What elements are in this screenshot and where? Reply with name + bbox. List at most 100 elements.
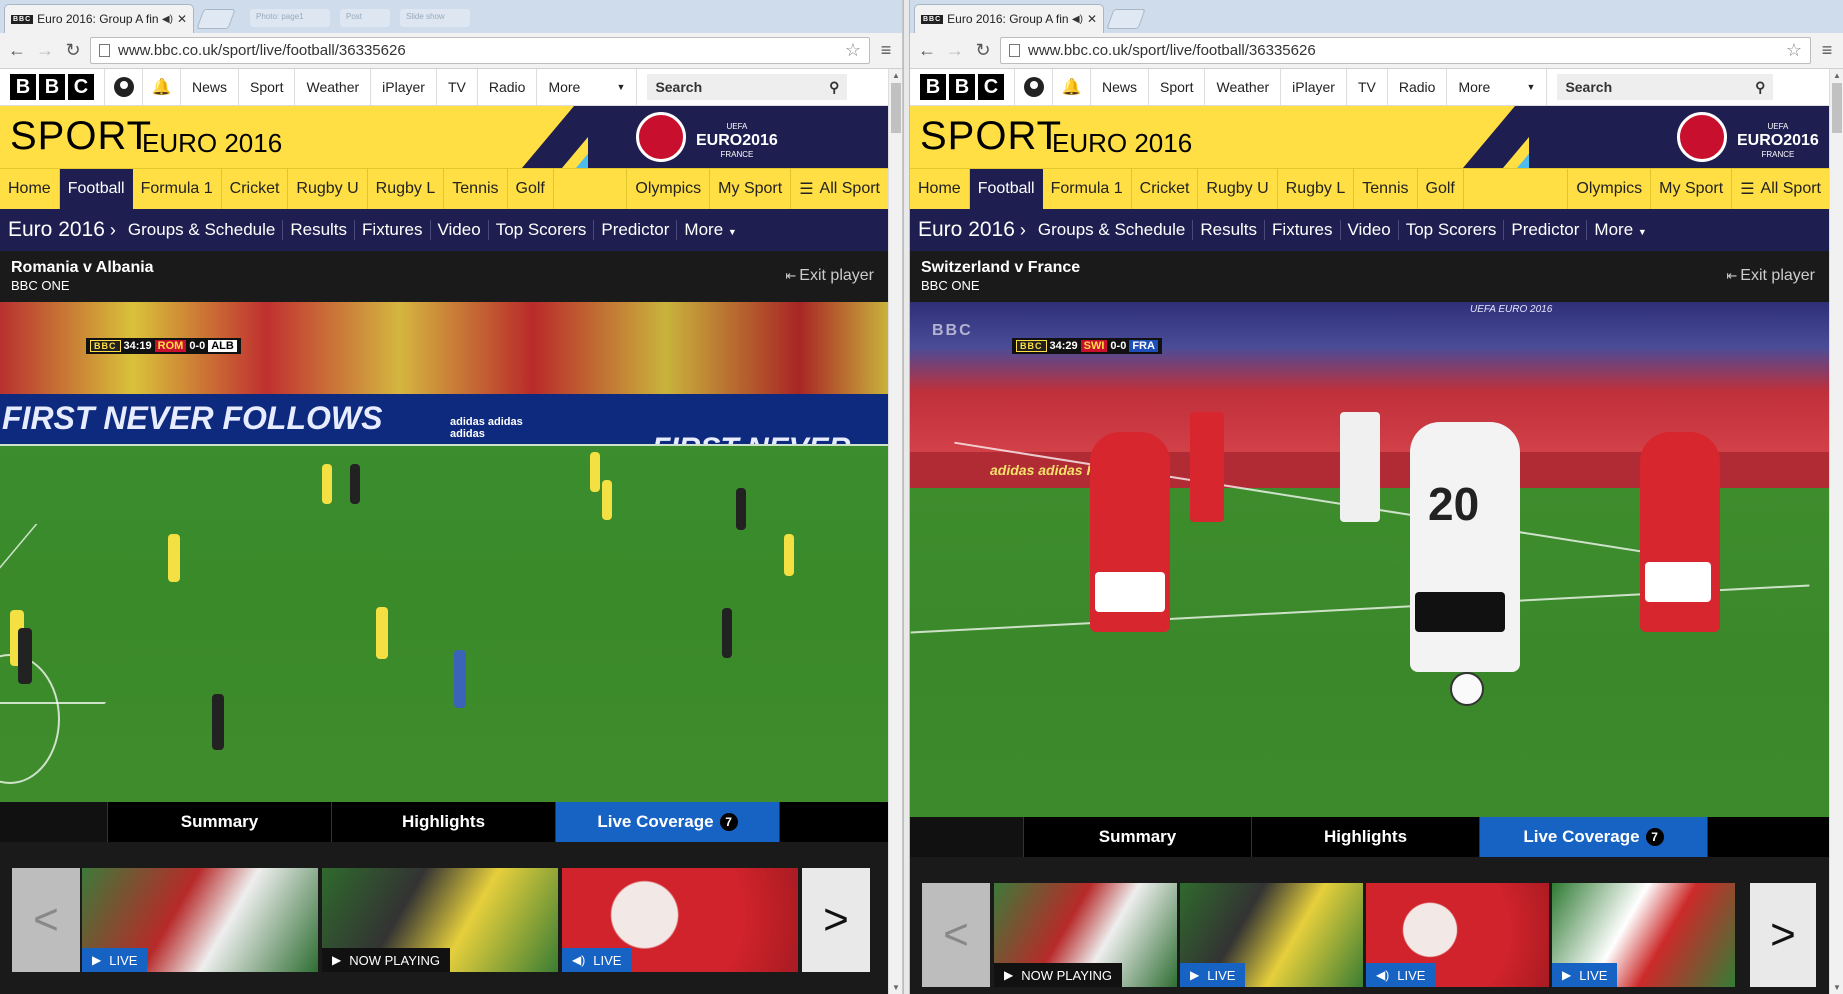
euro-nav-top-scorers[interactable]: Top Scorers <box>489 220 595 240</box>
section-my-sport[interactable]: My Sport <box>710 169 792 209</box>
section-rugby-league[interactable]: Rugby L <box>1278 169 1355 209</box>
bbc-nav-iplayer[interactable]: iPlayer <box>371 69 437 105</box>
close-tab-icon[interactable]: ✕ <box>177 12 187 26</box>
carousel-next-button[interactable]: > <box>1750 883 1816 987</box>
section-formula-1[interactable]: Formula 1 <box>133 169 222 209</box>
search-icon[interactable]: ⚲ <box>1755 79 1765 96</box>
reload-icon[interactable]: ↻ <box>972 40 994 61</box>
blurred-tab[interactable]: Post <box>340 9 390 27</box>
bbc-nav-tv[interactable]: TV <box>1347 69 1388 105</box>
url-text[interactable]: www.bbc.co.uk/sport/live/football/363356… <box>1028 42 1778 59</box>
blurred-tab[interactable]: Slide show <box>400 9 470 27</box>
tab-highlights[interactable]: Highlights <box>1252 817 1480 857</box>
bbc-nav-more[interactable]: More ▼ <box>1447 69 1548 105</box>
euro-nav-groups[interactable]: Groups & Schedule <box>1031 220 1194 240</box>
account-icon[interactable] <box>1015 69 1053 105</box>
tab-live-coverage[interactable]: Live Coverage 7 <box>556 802 780 851</box>
euro-nav-video[interactable]: Video <box>431 220 489 240</box>
section-rugby-union[interactable]: Rugby U <box>1198 169 1278 209</box>
video-player[interactable]: UEFA EURO 2016 adidas adidas FA EURO BBC… <box>910 302 1829 817</box>
close-tab-icon[interactable]: ✕ <box>1087 12 1097 26</box>
bbc-nav-radio[interactable]: Radio <box>1388 69 1448 105</box>
speaker-icon[interactable]: ◀) <box>1072 14 1083 25</box>
euro-nav-fixtures[interactable]: Fixtures <box>355 220 431 240</box>
bbc-nav-sport[interactable]: Sport <box>239 69 296 105</box>
section-olympics[interactable]: Olympics <box>1568 169 1652 209</box>
bbc-nav-more[interactable]: More ▼ <box>537 69 638 105</box>
section-football[interactable]: Football <box>969 169 1043 209</box>
all-sport-menu[interactable]: ☰ All Sport <box>791 169 888 209</box>
section-home[interactable]: Home <box>910 169 970 209</box>
browser-tab[interactable]: BBC Euro 2016: Group A fin ◀) ✕ <box>914 4 1104 33</box>
clip-thumbnail[interactable]: ▶ LIVE <box>82 868 318 972</box>
sport-title[interactable]: SPORT <box>10 114 152 159</box>
bbc-nav-iplayer[interactable]: iPlayer <box>1281 69 1347 105</box>
search-input[interactable]: Search ⚲ <box>1557 74 1774 100</box>
bbc-nav-news[interactable]: News <box>181 69 240 105</box>
search-icon[interactable]: ⚲ <box>829 79 839 96</box>
section-tennis[interactable]: Tennis <box>1354 169 1418 209</box>
clip-thumbnail[interactable]: ▶ NOW PLAYING <box>322 868 558 972</box>
section-home[interactable]: Home <box>0 169 60 209</box>
section-my-sport[interactable]: My Sport <box>1651 169 1733 209</box>
section-formula-1[interactable]: Formula 1 <box>1043 169 1132 209</box>
euro-nav-results[interactable]: Results <box>1193 220 1266 240</box>
euro-nav-predictor[interactable]: Predictor <box>594 220 678 240</box>
back-arrow-icon[interactable]: ← <box>916 40 938 61</box>
chrome-menu-icon[interactable]: ≡ <box>876 40 896 61</box>
carousel-prev-button[interactable]: < <box>12 868 80 972</box>
reload-icon[interactable]: ↻ <box>62 40 84 61</box>
euro-nav-title[interactable]: Euro 2016 <box>918 218 1015 242</box>
tab-summary[interactable]: Summary <box>1024 817 1252 857</box>
back-arrow-icon[interactable]: ← <box>6 40 28 61</box>
clip-thumbnail[interactable]: ◀) LIVE <box>562 868 798 972</box>
address-bar[interactable]: www.bbc.co.uk/sport/live/football/363356… <box>1000 37 1811 64</box>
chrome-menu-icon[interactable]: ≡ <box>1817 40 1837 61</box>
section-cricket[interactable]: Cricket <box>222 169 289 209</box>
url-text[interactable]: www.bbc.co.uk/sport/live/football/363356… <box>118 42 837 59</box>
tab-highlights[interactable]: Highlights <box>332 802 556 842</box>
new-tab-button[interactable] <box>196 9 236 29</box>
clip-thumbnail[interactable]: ◀) LIVE <box>1366 883 1549 987</box>
euro-nav-title[interactable]: Euro 2016 <box>8 218 105 242</box>
euro-nav-more[interactable]: More ▼ <box>1587 220 1653 240</box>
sport-title[interactable]: SPORT <box>920 114 1062 159</box>
section-rugby-union[interactable]: Rugby U <box>288 169 368 209</box>
blurred-tab[interactable]: Photo: page1 <box>250 9 330 27</box>
bbc-nav-weather[interactable]: Weather <box>295 69 372 105</box>
section-olympics[interactable]: Olympics <box>627 169 711 209</box>
page-scrollbar[interactable]: ▲ ▼ <box>888 69 902 994</box>
bookmark-star-icon[interactable]: ☆ <box>845 40 861 61</box>
section-rugby-league[interactable]: Rugby L <box>368 169 445 209</box>
forward-arrow-icon[interactable]: → <box>34 40 56 61</box>
bbc-nav-weather[interactable]: Weather <box>1205 69 1282 105</box>
euro-nav-results[interactable]: Results <box>283 220 356 240</box>
bbc-nav-sport[interactable]: Sport <box>1149 69 1206 105</box>
browser-tab[interactable]: BBC Euro 2016: Group A fin ◀) ✕ <box>4 4 194 33</box>
tab-live-coverage[interactable]: Live Coverage 7 <box>1480 817 1708 866</box>
euro-nav-video[interactable]: Video <box>1341 220 1399 240</box>
clip-thumbnail[interactable]: ▶ NOW PLAYING <box>994 883 1177 987</box>
clip-thumbnail[interactable]: ▶ LIVE <box>1552 883 1735 987</box>
euro-nav-more[interactable]: More ▼ <box>677 220 743 240</box>
account-icon[interactable] <box>105 69 143 105</box>
bbc-nav-tv[interactable]: TV <box>437 69 478 105</box>
search-input[interactable]: Search ⚲ <box>647 74 848 100</box>
section-cricket[interactable]: Cricket <box>1132 169 1199 209</box>
euro-nav-predictor[interactable]: Predictor <box>1504 220 1588 240</box>
tab-summary[interactable]: Summary <box>108 802 332 842</box>
euro-nav-fixtures[interactable]: Fixtures <box>1265 220 1341 240</box>
section-golf[interactable]: Golf <box>508 169 554 209</box>
euro-nav-top-scorers[interactable]: Top Scorers <box>1399 220 1505 240</box>
notifications-bell-icon[interactable]: 🔔 <box>143 69 181 105</box>
euro-nav-groups[interactable]: Groups & Schedule <box>121 220 284 240</box>
page-scrollbar[interactable]: ▲ ▼ <box>1829 69 1843 994</box>
forward-arrow-icon[interactable]: → <box>944 40 966 61</box>
speaker-icon[interactable]: ◀) <box>162 14 173 25</box>
all-sport-menu[interactable]: ☰ All Sport <box>1732 169 1829 209</box>
section-football[interactable]: Football <box>59 169 133 209</box>
section-golf[interactable]: Golf <box>1418 169 1464 209</box>
video-player[interactable]: FIRST NEVER FOLLOWS adidas adidas adidas… <box>0 302 888 802</box>
notifications-bell-icon[interactable]: 🔔 <box>1053 69 1091 105</box>
section-tennis[interactable]: Tennis <box>444 169 508 209</box>
